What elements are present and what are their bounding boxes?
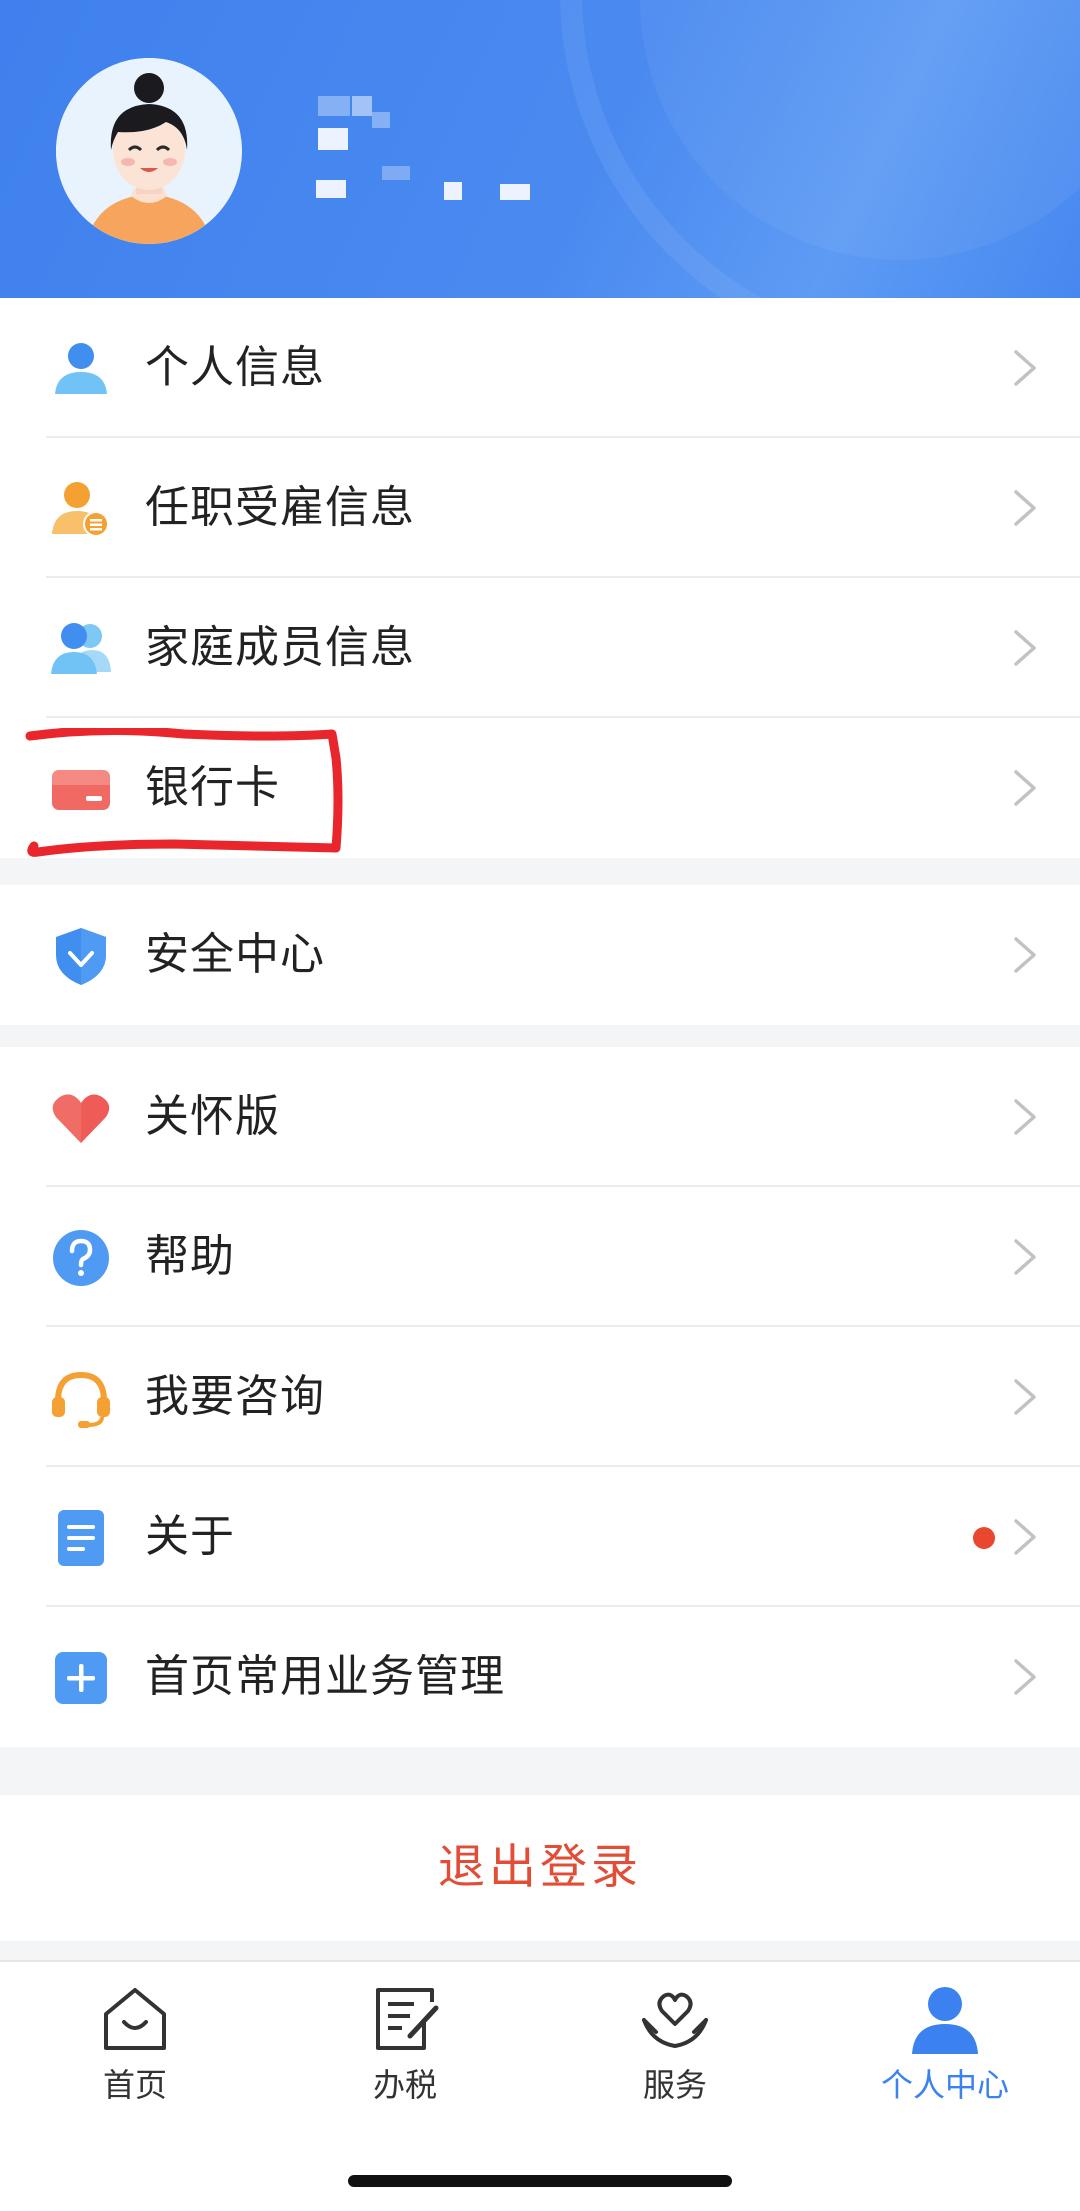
chevron-right-icon: [1010, 1656, 1040, 1698]
tab-personal-center[interactable]: 个人中心: [810, 1962, 1080, 2104]
menu-item-home-shortcuts[interactable]: 首页常用业务管理: [0, 1607, 1080, 1747]
tab-home[interactable]: 首页: [0, 1962, 270, 2104]
menu-item-label: 关于: [145, 1511, 235, 1562]
avatar[interactable]: [56, 58, 242, 244]
menu-item-bank-card[interactable]: 银行卡: [0, 718, 1080, 858]
menu-item-about[interactable]: 关于: [0, 1467, 1080, 1607]
chevron-right-icon: [1010, 1236, 1040, 1278]
employment-icon: [50, 478, 112, 540]
menu-item-label: 安全中心: [145, 929, 325, 980]
menu-item-employment-info[interactable]: 任职受雇信息: [0, 438, 1080, 578]
menu-item-label: 帮助: [145, 1231, 235, 1282]
shield-icon: [50, 925, 112, 987]
menu-item-label: 个人信息: [145, 342, 325, 393]
menu-item-security-center[interactable]: 安全中心: [0, 885, 1080, 1025]
menu-item-family-info[interactable]: 家庭成员信息: [0, 578, 1080, 718]
new-badge-dot: [973, 1527, 995, 1549]
chevron-right-icon: [1010, 1096, 1040, 1138]
menu-item-label: 银行卡: [145, 762, 280, 813]
menu-item-label: 家庭成员信息: [145, 622, 415, 673]
tab-label: 办税: [372, 2066, 437, 2104]
bank-card-icon: [50, 758, 112, 820]
bottom-tab-bar: 首页 办税 服务 个人中心: [0, 1960, 1080, 2211]
menu-item-consult[interactable]: 我要咨询: [0, 1327, 1080, 1467]
chevron-right-icon: [1010, 487, 1040, 529]
home-icon: [100, 1984, 170, 2054]
family-icon: [50, 618, 112, 680]
chevron-right-icon: [1010, 1516, 1040, 1558]
menu-group-security: 安全中心: [0, 885, 1080, 1025]
menu-item-label: 关怀版: [145, 1091, 280, 1142]
tab-service[interactable]: 服务: [540, 1962, 810, 2104]
chevron-right-icon: [1010, 627, 1040, 669]
home-indicator: [348, 2175, 732, 2187]
avatar-illustration-icon: [56, 58, 242, 244]
headset-icon: [50, 1367, 112, 1429]
menu-item-label: 任职受雇信息: [145, 482, 415, 533]
heart-icon: [50, 1087, 112, 1149]
chevron-right-icon: [1010, 1376, 1040, 1418]
menu-item-personal-info[interactable]: 个人信息: [0, 298, 1080, 438]
logout-button[interactable]: 退出登录: [0, 1795, 1080, 1941]
plus-square-icon: [50, 1647, 112, 1709]
menu-group-misc: 关怀版 帮助 我要咨询 关于 首页常用业务管理: [0, 1047, 1080, 1747]
chevron-right-icon: [1010, 347, 1040, 389]
menu-item-label: 首页常用业务管理: [145, 1651, 505, 1702]
help-icon: [50, 1227, 112, 1289]
menu-item-label: 我要咨询: [145, 1371, 325, 1422]
tax-form-icon: [370, 1984, 440, 2054]
service-heart-icon: [640, 1984, 710, 2054]
user-icon: [910, 1984, 980, 2054]
tab-label: 个人中心: [880, 2066, 1009, 2104]
tab-tax[interactable]: 办税: [270, 1962, 540, 2104]
document-icon: [50, 1507, 112, 1569]
tab-label: 服务: [642, 2066, 707, 2104]
menu-item-care-mode[interactable]: 关怀版: [0, 1047, 1080, 1187]
person-icon: [50, 338, 112, 400]
menu-group-profile: 个人信息 任职受雇信息 家庭成员信息 银行卡: [0, 298, 1080, 858]
tab-label: 首页: [102, 2066, 167, 2104]
profile-header: [0, 0, 1080, 298]
chevron-right-icon: [1010, 934, 1040, 976]
chevron-right-icon: [1010, 767, 1040, 809]
menu-item-help[interactable]: 帮助: [0, 1187, 1080, 1327]
